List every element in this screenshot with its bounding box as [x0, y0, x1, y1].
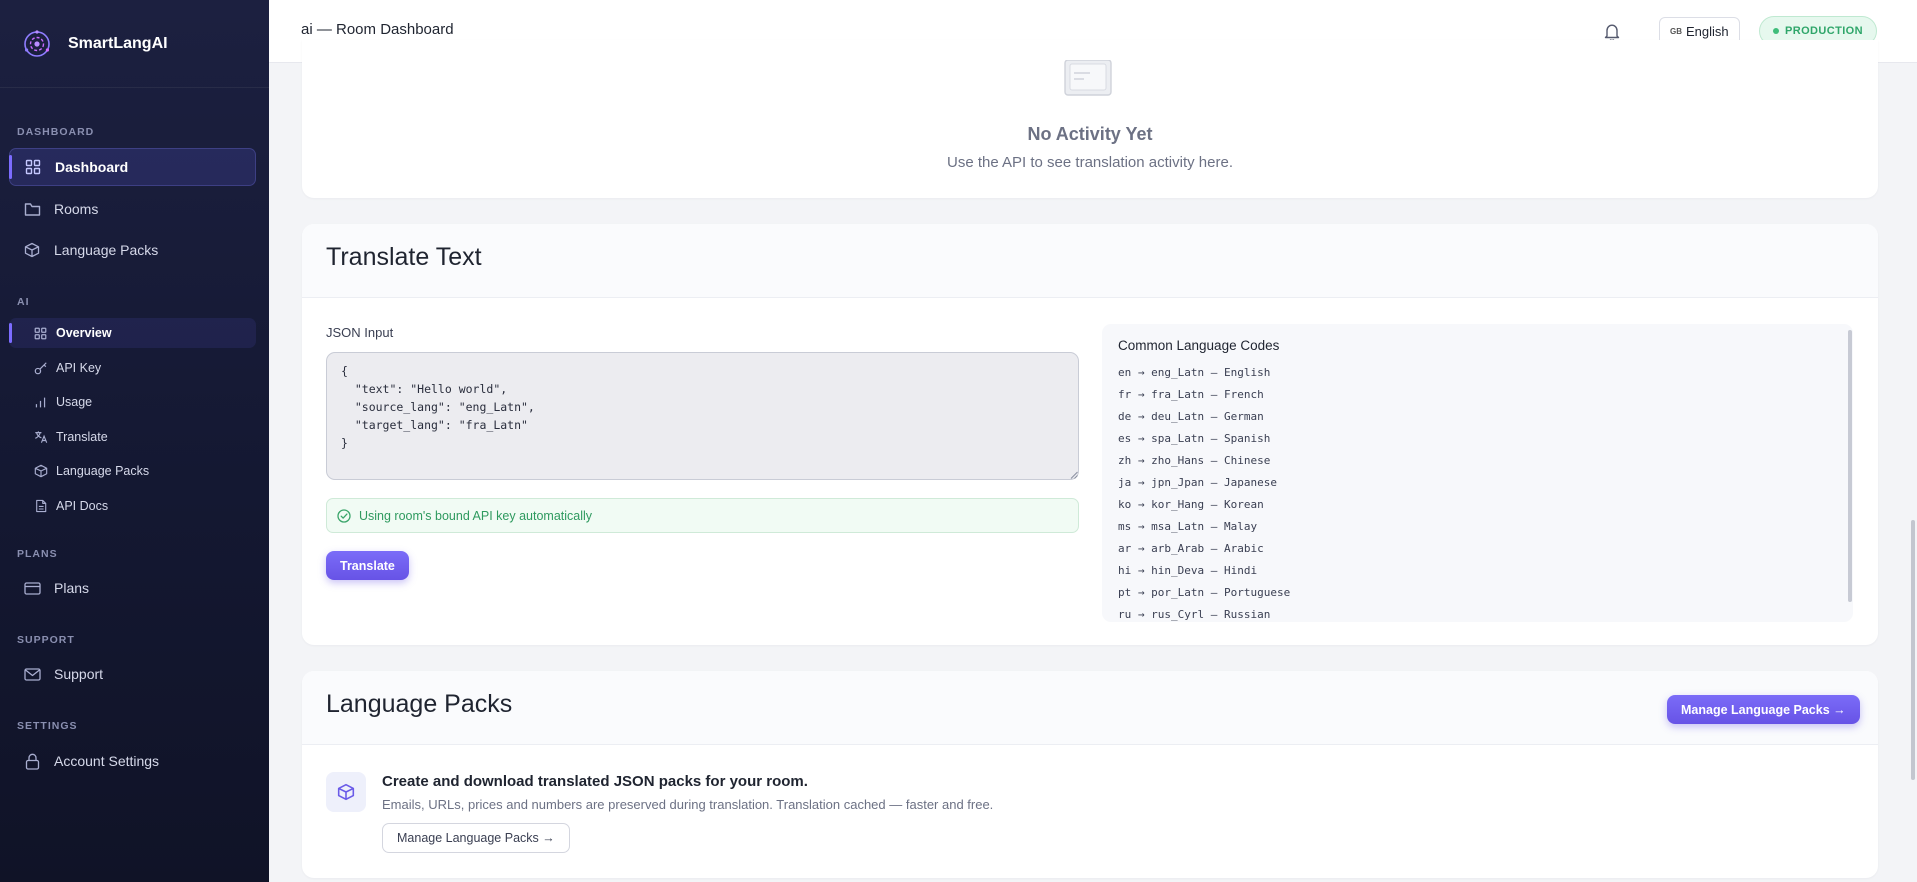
sidebar-item-label: Usage [56, 395, 93, 409]
key-icon [33, 361, 48, 376]
translate-icon [33, 430, 48, 445]
language-code-item: hi → hin_Deva — Hindi [1118, 564, 1258, 577]
sidebar-item-api-docs[interactable]: API Docs [9, 491, 256, 521]
language-codes-list: en → eng_Latn — English fr → fra_Latn — F… [1118, 362, 1290, 622]
sidebar-item-account-settings[interactable]: Account Settings [9, 742, 256, 780]
check-circle-icon [337, 508, 351, 523]
flag-icon: GB [1670, 27, 1682, 36]
sidebar-item-label: Language Packs [56, 464, 150, 478]
sidebar: SmartLangAI DASHBOARD Dashboard Rooms La… [0, 0, 269, 882]
package-icon [23, 241, 41, 259]
sidebar-item-api-key[interactable]: API Key [9, 353, 256, 383]
section-label-ai: AI [17, 296, 30, 308]
sidebar-item-label: API Key [56, 361, 102, 375]
codes-scrollbar[interactable] [1848, 330, 1852, 602]
sidebar-item-rooms[interactable]: Rooms [9, 190, 256, 228]
credit-card-icon [23, 579, 41, 597]
package-icon [326, 772, 366, 812]
sidebar-item-label: Dashboard [55, 159, 129, 175]
resize-handle-icon[interactable] [1070, 471, 1078, 479]
language-code-item: fr → fra_Latn — French [1118, 388, 1264, 401]
language-packs-title: Create and download translated JSON pack… [382, 773, 808, 790]
section-title: Translate Text [326, 243, 482, 271]
manage-language-packs-button[interactable]: Manage Language Packs → [1667, 695, 1860, 724]
language-label: English [1686, 24, 1729, 39]
language-packs-subtitle: Emails, URLs, prices and numbers are pre… [382, 797, 994, 812]
language-code-item: zh → zho_Hans — Chinese [1118, 454, 1271, 467]
json-input[interactable]: { "text": "Hello world", "source_lang": … [326, 352, 1079, 480]
lock-icon [23, 752, 41, 770]
language-code-item: ms → msa_Latn — Malay [1118, 520, 1258, 533]
sidebar-item-label: Account Settings [54, 753, 160, 769]
language-code-item: de → deu_Latn — German [1118, 410, 1264, 423]
notice-text: Using room's bound API key automatically [359, 508, 593, 523]
grid-icon [24, 158, 42, 176]
language-codes-panel[interactable]: Common Language Codes en → eng_Latn — En… [1102, 324, 1853, 622]
sidebar-item-language-packs[interactable]: Language Packs [9, 231, 256, 269]
sidebar-item-dashboard[interactable]: Dashboard [9, 148, 256, 186]
sidebar-item-label: Overview [56, 326, 112, 340]
activity-card: No Activity Yet Use the API to see trans… [302, 40, 1878, 198]
environment-label: PRODUCTION [1785, 25, 1863, 37]
language-packs-card: Language Packs Manage Language Packs → C… [302, 671, 1878, 878]
sidebar-item-label: API Docs [56, 499, 109, 513]
translate-button[interactable]: Translate [326, 551, 409, 580]
api-key-notice: Using room's bound API key automatically [326, 498, 1079, 533]
section-label-dashboard: DASHBOARD [17, 126, 95, 138]
sidebar-item-label: Plans [54, 580, 90, 596]
language-packs-card-header: Language Packs Manage Language Packs → [302, 671, 1878, 745]
document-icon [33, 499, 48, 514]
page-title: ai — Room Dashboard [301, 21, 454, 38]
folder-icon [23, 200, 41, 218]
section-title: Language Packs [326, 690, 513, 718]
main-scrollbar[interactable] [1911, 520, 1915, 780]
bar-chart-icon [33, 395, 48, 410]
json-input-label: JSON Input [326, 325, 394, 340]
brand-logo-icon [24, 29, 50, 57]
sidebar-item-translate[interactable]: Translate [9, 422, 256, 452]
sidebar-item-ai-language-packs[interactable]: Language Packs [9, 456, 256, 486]
language-codes-title: Common Language Codes [1118, 338, 1280, 353]
sidebar-item-label: Support [54, 666, 104, 682]
translate-card: Translate Text JSON Input { "text": "Hel… [302, 224, 1878, 645]
language-code-item: ar → arb_Arab — Arabic [1118, 542, 1264, 555]
section-label-plans: PLANS [17, 548, 58, 560]
language-code-item: en → eng_Latn — English [1118, 366, 1271, 379]
empty-state-title: No Activity Yet [1027, 124, 1153, 144]
sidebar-item-label: Language Packs [54, 242, 159, 258]
section-label-support: SUPPORT [17, 634, 75, 646]
language-code-item: ko → kor_Hang — Korean [1118, 498, 1264, 511]
mail-icon [23, 665, 41, 683]
bell-icon[interactable] [1602, 22, 1622, 42]
language-code-item: pt → por_Latn — Portuguese [1118, 586, 1291, 599]
translate-card-header: Translate Text [302, 224, 1878, 298]
status-dot-icon [1773, 28, 1779, 34]
language-code-item: ja → jpn_Jpan — Japanese [1118, 476, 1277, 489]
sidebar-item-label: Translate [56, 430, 108, 444]
brand-name: SmartLangAI [68, 34, 168, 52]
grid-icon [33, 326, 48, 341]
sidebar-item-usage[interactable]: Usage [9, 387, 256, 417]
section-label-settings: SETTINGS [17, 720, 78, 732]
language-code-item: es → spa_Latn — Spanish [1118, 432, 1271, 445]
sidebar-item-support[interactable]: Support [9, 655, 256, 693]
language-code-item: ru → rus_Cyrl — Russian [1118, 608, 1271, 621]
manage-language-packs-link[interactable]: Manage Language Packs → [382, 823, 570, 853]
brand[interactable]: SmartLangAI [0, 0, 269, 88]
sidebar-item-label: Rooms [54, 201, 99, 217]
inbox-icon [1064, 60, 1112, 96]
sidebar-item-overview[interactable]: Overview [9, 318, 256, 348]
empty-state-subtitle: Use the API to see translation activity … [947, 154, 1233, 171]
package-icon [33, 464, 48, 479]
sidebar-item-plans[interactable]: Plans [9, 569, 256, 607]
